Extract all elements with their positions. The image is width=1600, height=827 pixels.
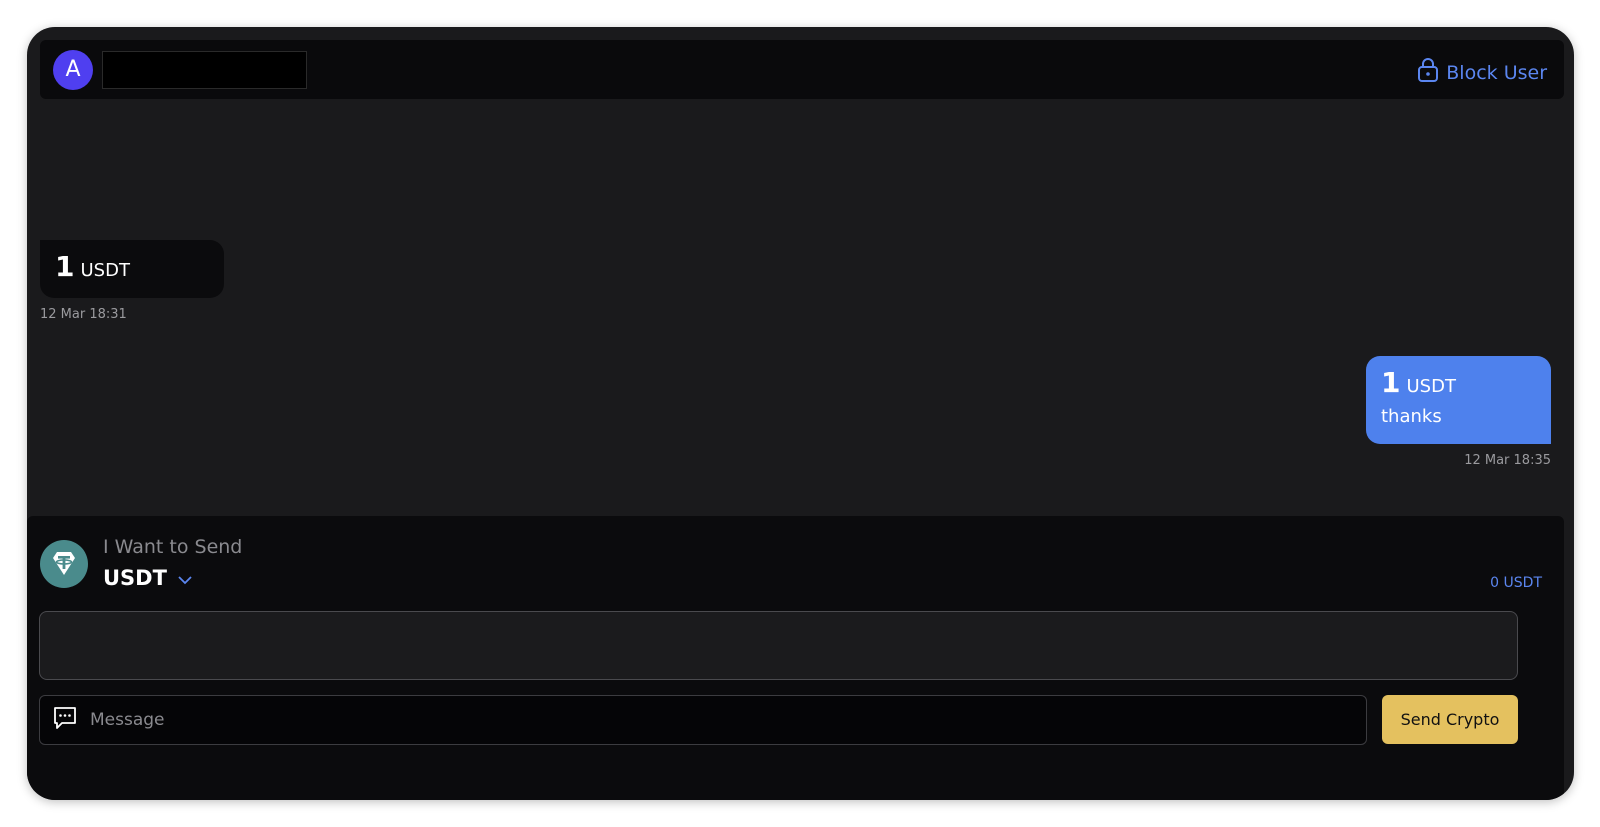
message-amount: 1 USDT <box>1381 368 1536 398</box>
amount-value: 1 <box>1381 366 1401 399</box>
outgoing-message-bubble: 1 USDT thanks <box>1366 356 1551 444</box>
incoming-message-bubble: 1 USDT <box>40 240 224 298</box>
chat-bubble-icon <box>52 705 78 735</box>
amount-input[interactable] <box>39 611 1518 680</box>
block-user-button[interactable]: Block User <box>1417 57 1547 88</box>
amount-currency: USDT <box>1406 376 1456 397</box>
chevron-down-icon <box>177 566 193 590</box>
message-input[interactable] <box>90 710 1330 730</box>
message-amount: 1 USDT <box>55 252 209 282</box>
message-text: thanks <box>1381 406 1442 427</box>
currency-select[interactable]: USDT <box>103 566 193 590</box>
lock-icon <box>1417 57 1439 88</box>
avatar[interactable]: A <box>53 50 93 90</box>
redacted-username <box>102 51 307 89</box>
balance-label[interactable]: 0 USDT <box>1490 575 1542 591</box>
send-crypto-button[interactable]: Send Crypto <box>1382 695 1518 744</box>
tether-coin-icon <box>40 540 88 588</box>
chat-header: A Block User <box>40 40 1564 99</box>
amount-currency: USDT <box>80 260 130 281</box>
amount-value: 1 <box>55 250 75 283</box>
block-user-label: Block User <box>1446 61 1547 84</box>
chat-window: A Block User 1 USDT 12 Mar 18:31 1 USDT … <box>27 27 1574 800</box>
message-timestamp: 12 Mar 18:35 <box>1464 453 1551 468</box>
send-label: I Want to Send <box>103 536 243 558</box>
send-crypto-composer: I Want to Send USDT 0 USDT Send <box>27 516 1564 800</box>
selected-currency: USDT <box>103 566 167 590</box>
message-field[interactable] <box>39 695 1367 745</box>
message-timestamp: 12 Mar 18:31 <box>40 307 127 322</box>
